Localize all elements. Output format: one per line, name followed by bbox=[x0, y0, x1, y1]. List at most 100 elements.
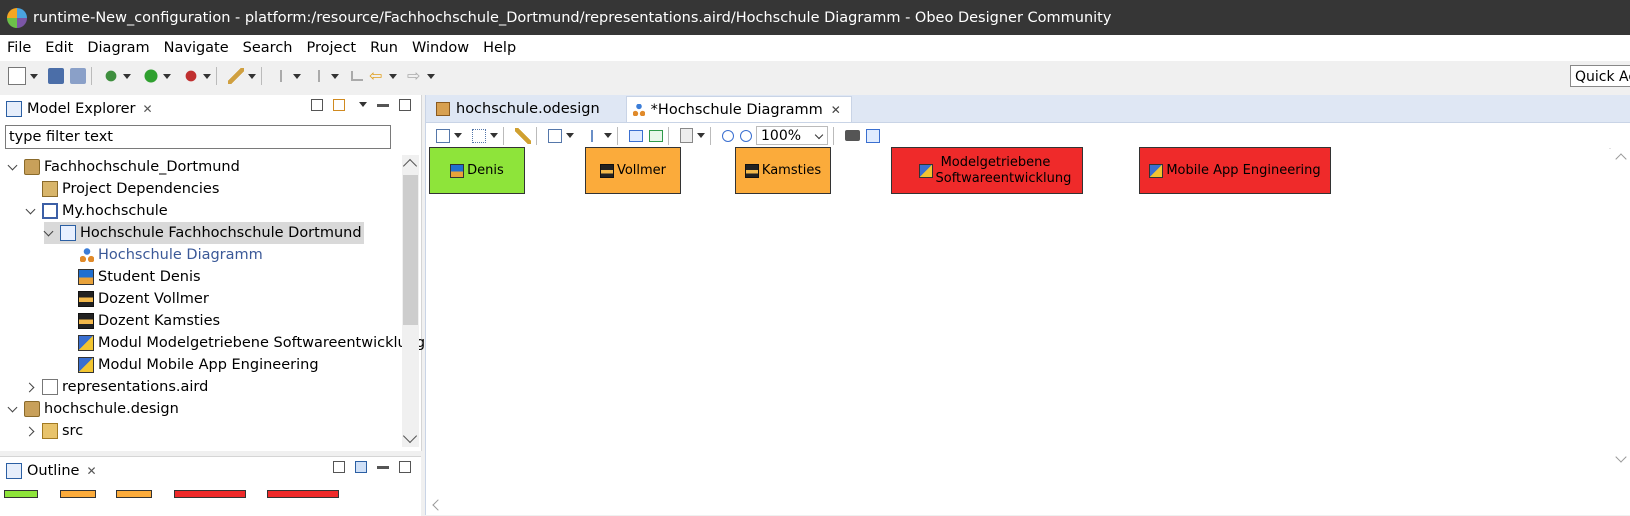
filter-input[interactable]: type filter text bbox=[5, 125, 391, 149]
properties-icon[interactable] bbox=[866, 128, 880, 143]
next-annotation-dropdown-icon[interactable] bbox=[293, 73, 301, 79]
run-icon[interactable] bbox=[143, 68, 159, 84]
tree-item-my-hochschule[interactable]: My.hochschule bbox=[26, 200, 168, 222]
tree-item-dozent-vollmer[interactable]: Dozent Vollmer bbox=[78, 288, 209, 310]
diagram-node-modelgetriebene-softwareentwicklung[interactable]: Modelgetriebene Softwareentwicklung bbox=[891, 147, 1083, 194]
external-tools-dropdown-icon[interactable] bbox=[203, 73, 211, 79]
format-dropdown-icon[interactable] bbox=[697, 133, 705, 138]
diagram-node-vollmer[interactable]: Vollmer bbox=[585, 147, 681, 194]
maximize-icon[interactable] bbox=[399, 99, 411, 111]
new-dropdown-icon[interactable] bbox=[30, 73, 38, 79]
zoom-out-icon[interactable] bbox=[740, 129, 752, 142]
diagram-node-denis[interactable]: Denis bbox=[429, 147, 525, 194]
refresh-icon[interactable] bbox=[515, 127, 531, 144]
filters-dropdown-icon[interactable] bbox=[604, 133, 612, 138]
tree-scrollbar[interactable] bbox=[402, 155, 419, 447]
tree-item-student-denis[interactable]: Student Denis bbox=[78, 266, 201, 288]
layers-icon[interactable] bbox=[548, 128, 562, 143]
layers-dropdown-icon[interactable] bbox=[566, 133, 574, 138]
filters-icon[interactable] bbox=[584, 127, 600, 144]
diagram-canvas[interactable]: Denis Vollmer Kamsties Modelgetriebene S… bbox=[426, 147, 1609, 490]
scroll-up-icon[interactable] bbox=[402, 158, 418, 174]
open-type-icon[interactable] bbox=[228, 68, 244, 84]
scroll-up-icon[interactable] bbox=[1615, 153, 1627, 165]
menu-file[interactable]: File bbox=[0, 40, 38, 56]
close-icon[interactable]: ✕ bbox=[86, 464, 96, 478]
show-hide-icon[interactable] bbox=[629, 129, 643, 142]
scrollbar-thumb[interactable] bbox=[403, 175, 418, 325]
tree-item-project-dependencies[interactable]: Project Dependencies bbox=[42, 178, 219, 200]
expand-toggle-icon[interactable] bbox=[26, 382, 36, 392]
canvas-horizontal-scrollbar[interactable] bbox=[426, 495, 1609, 515]
menu-edit[interactable]: Edit bbox=[38, 40, 80, 56]
tree-item-modul-mobile-app-engineering[interactable]: Modul Mobile App Engineering bbox=[78, 354, 319, 376]
diagram-node-kamsties[interactable]: Kamsties bbox=[735, 147, 831, 194]
diagram-node-mobile-app-engineering[interactable]: Mobile App Engineering bbox=[1139, 147, 1331, 194]
tree-item-dozent-kamsties[interactable]: Dozent Kamsties bbox=[78, 310, 220, 332]
scroll-down-icon[interactable] bbox=[402, 428, 418, 444]
canvas-vertical-scrollbar[interactable] bbox=[1611, 147, 1630, 467]
zoom-select[interactable]: 100% bbox=[756, 126, 828, 145]
select-dropdown-icon[interactable] bbox=[490, 133, 498, 138]
last-edit-location-icon[interactable] bbox=[351, 71, 363, 81]
link-with-editor-icon[interactable] bbox=[333, 99, 345, 111]
forward-icon[interactable]: ⇨ bbox=[407, 68, 423, 84]
maximize-icon[interactable] bbox=[399, 461, 411, 473]
expand-toggle-icon[interactable] bbox=[26, 426, 36, 436]
select-all-icon[interactable] bbox=[472, 128, 486, 143]
outline-tree-icon[interactable] bbox=[333, 461, 345, 473]
menu-navigate[interactable]: Navigate bbox=[157, 40, 236, 56]
open-type-dropdown-icon[interactable] bbox=[248, 73, 256, 79]
export-image-icon[interactable] bbox=[845, 130, 860, 141]
tree-item-representations-aird[interactable]: representations.aird bbox=[26, 376, 208, 398]
tree-item-hochschule-design[interactable]: hochschule.design bbox=[8, 398, 179, 420]
save-all-icon[interactable] bbox=[70, 68, 86, 84]
menu-run[interactable]: Run bbox=[363, 40, 405, 56]
back-dropdown-icon[interactable] bbox=[389, 73, 397, 79]
copy-format-icon[interactable] bbox=[680, 128, 693, 143]
view-menu-icon[interactable] bbox=[359, 102, 367, 107]
model-explorer-title[interactable]: Model Explorer bbox=[27, 101, 136, 117]
arrange-dropdown-icon[interactable] bbox=[454, 133, 462, 138]
previous-annotation-icon[interactable] bbox=[311, 68, 327, 84]
expand-toggle-icon[interactable] bbox=[26, 206, 36, 216]
tree-item-modul-modelgetriebene-softwareentwicklung[interactable]: Modul Modelgetriebene Softwareentwicklun… bbox=[78, 332, 425, 354]
menu-project[interactable]: Project bbox=[300, 40, 364, 56]
zoom-in-icon[interactable] bbox=[722, 129, 734, 142]
next-annotation-icon[interactable] bbox=[273, 68, 289, 84]
outline-overview-icon[interactable] bbox=[355, 461, 367, 473]
scroll-down-icon[interactable] bbox=[1615, 451, 1627, 463]
outline-title[interactable]: Outline bbox=[27, 463, 79, 479]
tab-hochschule-odesign[interactable]: hochschule.odesign bbox=[430, 96, 610, 122]
expand-toggle-icon[interactable] bbox=[8, 162, 18, 172]
menu-window[interactable]: Window bbox=[405, 40, 476, 56]
previous-annotation-dropdown-icon[interactable] bbox=[331, 73, 339, 79]
close-tab-icon[interactable]: ✕ bbox=[831, 103, 841, 117]
tab-hochschule-diagramm[interactable]: *Hochschule Diagramm ✕ bbox=[625, 96, 852, 122]
debug-dropdown-icon[interactable] bbox=[123, 73, 131, 79]
external-tools-icon[interactable] bbox=[183, 68, 199, 84]
back-icon[interactable]: ⇦ bbox=[369, 68, 385, 84]
arrange-all-icon[interactable] bbox=[436, 128, 450, 143]
save-icon[interactable] bbox=[48, 68, 64, 84]
new-icon[interactable] bbox=[8, 67, 26, 85]
menu-help[interactable]: Help bbox=[476, 40, 523, 56]
pin-icon[interactable] bbox=[649, 129, 663, 142]
tree-item-hochschule-diagramm[interactable]: Hochschule Diagramm bbox=[80, 244, 263, 266]
run-dropdown-icon[interactable] bbox=[163, 73, 171, 79]
menu-search[interactable]: Search bbox=[236, 40, 300, 56]
quick-access-input[interactable]: Quick Access bbox=[1570, 65, 1630, 87]
scroll-left-icon[interactable] bbox=[432, 499, 444, 511]
debug-icon[interactable] bbox=[103, 68, 119, 84]
expand-toggle-icon[interactable] bbox=[44, 228, 54, 238]
minimize-icon[interactable] bbox=[377, 466, 389, 469]
menu-diagram[interactable]: Diagram bbox=[80, 40, 156, 56]
close-icon[interactable]: ✕ bbox=[143, 102, 153, 116]
tree-item-fachhochschule-dortmund[interactable]: Fachhochschule_Dortmund bbox=[8, 156, 240, 178]
collapse-all-icon[interactable] bbox=[311, 99, 323, 111]
minimize-icon[interactable] bbox=[377, 104, 389, 107]
tree-item-hochschule-fachhochschule-dortmund[interactable]: Hochschule Fachhochschule Dortmund bbox=[44, 222, 364, 244]
tree-item-src[interactable]: src bbox=[26, 420, 83, 442]
forward-dropdown-icon[interactable] bbox=[427, 73, 435, 79]
expand-toggle-icon[interactable] bbox=[8, 404, 18, 414]
